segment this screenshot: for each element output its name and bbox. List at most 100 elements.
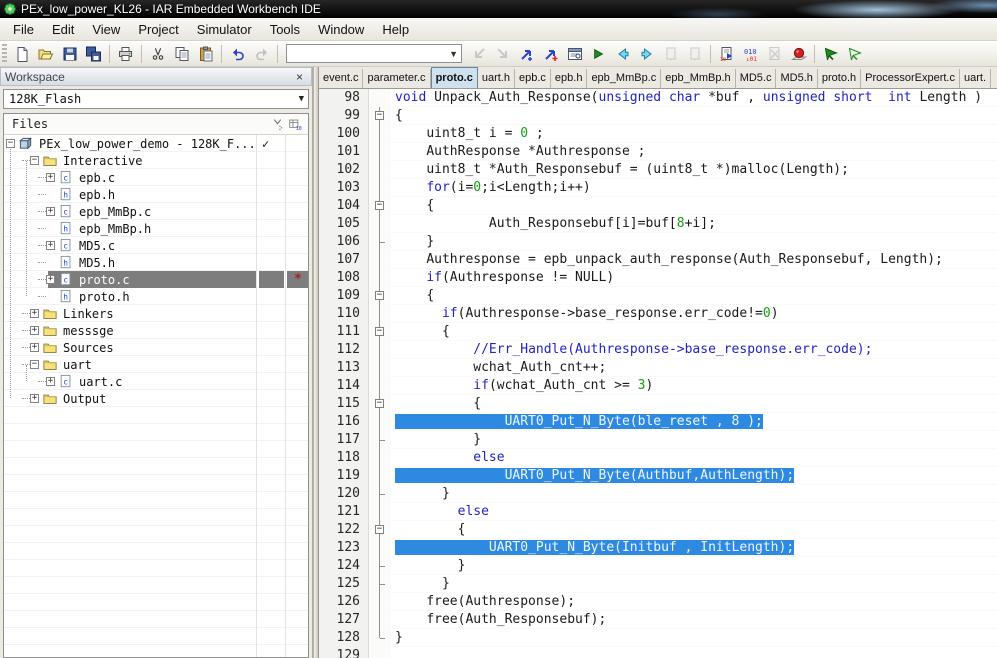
tab-uart[interactable]: uart. [960, 69, 992, 88]
code-line-118[interactable]: 118 else [319, 449, 997, 467]
code-text[interactable]: else [391, 449, 997, 467]
code-line-104[interactable]: 104− { [319, 197, 997, 215]
tree-expander-minus[interactable]: − [6, 139, 15, 148]
code-text[interactable]: if(Authresponse->base_response.err_code!… [391, 305, 997, 323]
open-file-button[interactable] [34, 43, 57, 65]
configuration-select[interactable]: 128K_Flash ▼ [3, 89, 309, 109]
code-text[interactable]: free(Authresponse); [391, 593, 997, 611]
tree-expander-plus[interactable]: + [46, 207, 55, 216]
code-line-121[interactable]: 121 else [319, 503, 997, 521]
fold-margin[interactable]: − [369, 323, 391, 341]
code-line-125[interactable]: 125 } [319, 575, 997, 593]
tree-item-proto-c[interactable]: + c proto.c * [4, 271, 308, 288]
tree-expander-plus[interactable]: + [46, 241, 55, 250]
fold-margin[interactable]: − [369, 395, 391, 413]
tab-md5-h[interactable]: MD5.h [776, 69, 818, 88]
fold-collapse-icon[interactable]: − [375, 399, 384, 408]
tree-expander-plus[interactable]: + [30, 394, 39, 403]
menu-item-window[interactable]: Window [309, 19, 373, 40]
fold-collapse-icon[interactable]: − [375, 201, 384, 210]
save-file-button[interactable] [58, 43, 81, 65]
tree-expander-plus[interactable]: + [30, 309, 39, 318]
stop-build-button[interactable] [763, 43, 786, 65]
menu-item-project[interactable]: Project [129, 19, 187, 40]
code-text[interactable]: { [391, 287, 997, 305]
fold-margin[interactable]: − [369, 197, 391, 215]
code-line-120[interactable]: 120 } [319, 485, 997, 503]
paste-button[interactable] [194, 43, 217, 65]
tree-item-md5-h[interactable]: h MD5.h [4, 254, 308, 271]
menu-item-simulator[interactable]: Simulator [188, 19, 261, 40]
tree-item-pex-low-power-demo-128k-f[interactable]: − PEx_low_power_demo - 128K_F... ✓ [4, 135, 308, 152]
debug-without-downloading-button[interactable] [843, 43, 866, 65]
fold-margin[interactable]: − [369, 107, 391, 125]
code-line-126[interactable]: 126 free(Authresponse); [319, 593, 997, 611]
download-and-debug-button[interactable] [819, 43, 842, 65]
code-text[interactable]: for(i=0;i<Length;i++) [391, 179, 997, 197]
columns-options-icon[interactable]: 10 [286, 116, 304, 132]
code-line-98[interactable]: 98 void Unpack_Auth_Response(unsigned cha… [319, 89, 997, 107]
menu-item-edit[interactable]: Edit [43, 19, 83, 40]
filter-icon[interactable] [268, 116, 286, 132]
tree-expander-plus[interactable]: + [30, 326, 39, 335]
code-line-108[interactable]: 108 if(Authresponse != NULL) [319, 269, 997, 287]
tab-uart-h[interactable]: uart.h [478, 69, 515, 88]
code-line-113[interactable]: 113 wchat_Auth_cnt++; [319, 359, 997, 377]
code-line-102[interactable]: 102 uint8_t *Auth_Responsebuf = (uint8_t… [319, 161, 997, 179]
code-text[interactable]: } [391, 557, 997, 575]
add-bookmark-button[interactable] [539, 43, 562, 65]
code-text[interactable]: if(Authresponse != NULL) [391, 269, 997, 287]
tree-item-output[interactable]: + Output [4, 390, 308, 407]
tab-proto-h[interactable]: proto.h [818, 69, 862, 88]
tree-expander-plus[interactable]: + [46, 173, 55, 182]
code-text[interactable] [391, 647, 997, 658]
menu-item-file[interactable]: File [4, 19, 43, 40]
go-button[interactable] [587, 43, 610, 65]
tree-item-messsge[interactable]: + messsge [4, 322, 308, 339]
tree-expander-minus[interactable]: − [30, 156, 39, 165]
code-text[interactable]: { [391, 521, 997, 539]
code-text[interactable]: Authresponse = epb_unpack_auth_response(… [391, 251, 997, 269]
workspace-close-button[interactable]: × [292, 70, 307, 84]
code-text[interactable]: } [391, 485, 997, 503]
code-text[interactable]: //Err_Handle(Authresponse->base_response… [391, 341, 997, 359]
code-line-127[interactable]: 127 free(Auth_Responsebuf); [319, 611, 997, 629]
code-line-128[interactable]: 128} [319, 629, 997, 647]
code-text[interactable]: } [391, 629, 997, 647]
menu-item-tools[interactable]: Tools [261, 19, 309, 40]
copy-button[interactable] [170, 43, 193, 65]
code-line-105[interactable]: 105 Auth_Responsebuf[i]=buf[8+i]; [319, 215, 997, 233]
code-text[interactable]: if(wchat_Auth_cnt >= 3) [391, 377, 997, 395]
code-line-122[interactable]: 122− { [319, 521, 997, 539]
tab-epb-mmbp-h[interactable]: epb_MmBp.h [661, 69, 736, 88]
tree-expander-minus[interactable]: − [30, 360, 39, 369]
next-bookmark-button[interactable] [683, 43, 706, 65]
tree-item-epb-mmbp-h[interactable]: h epb_MmBp.h [4, 220, 308, 237]
code-line-129[interactable]: 129 [319, 647, 997, 658]
code-line-119[interactable]: 119 UART0_Put_N_Byte(Authbuf,AuthLength)… [319, 467, 997, 485]
code-line-106[interactable]: 106 } [319, 233, 997, 251]
fold-margin[interactable]: − [369, 521, 391, 539]
code-line-103[interactable]: 103 for(i=0;i<Length;i++) [319, 179, 997, 197]
code-line-109[interactable]: 109− { [319, 287, 997, 305]
previous-bookmark-button[interactable] [659, 43, 682, 65]
fold-collapse-icon[interactable]: − [375, 327, 384, 336]
redo-button[interactable] [250, 43, 273, 65]
code-line-115[interactable]: 115− { [319, 395, 997, 413]
code-line-107[interactable]: 107 Authresponse = epb_unpack_auth_respo… [319, 251, 997, 269]
code-text[interactable]: } [391, 233, 997, 251]
code-text[interactable]: UART0_Put_N_Byte(Initbuf , InitLength); [391, 539, 997, 557]
tree-item-epb-c[interactable]: + c epb.c [4, 169, 308, 186]
code-text[interactable]: { [391, 395, 997, 413]
code-line-100[interactable]: 100 uint8_t i = 0 ; [319, 125, 997, 143]
tree-item-proto-h[interactable]: h proto.h [4, 288, 308, 305]
tree-item-interactive[interactable]: − Interactive [4, 152, 308, 169]
tree-item-epb-mmbp-c[interactable]: + c epb_MmBp.c [4, 203, 308, 220]
toggle-bookmark-button[interactable] [515, 43, 538, 65]
code-text[interactable]: { [391, 323, 997, 341]
cut-button[interactable] [146, 43, 169, 65]
code-text[interactable]: Auth_Responsebuf[i]=buf[8+i]; [391, 215, 997, 233]
tab-md5-c[interactable]: MD5.c [736, 69, 777, 88]
tab-parameter-c[interactable]: parameter.c [363, 69, 431, 88]
compile-button[interactable]: 010 ↓01 [739, 43, 762, 65]
